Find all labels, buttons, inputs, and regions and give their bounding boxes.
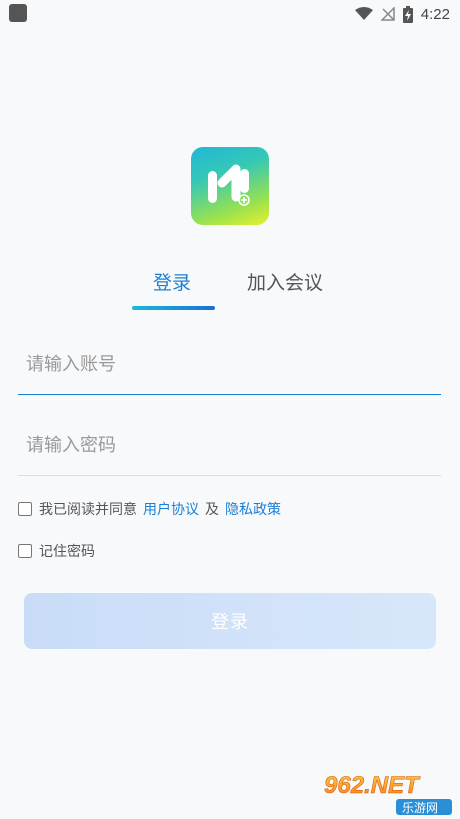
remember-password-row: 记住密码 — [18, 541, 95, 561]
tab-join-meeting[interactable]: 加入会议 — [247, 268, 323, 295]
agreement-checkbox[interactable] — [18, 502, 32, 516]
watermark-sub: 乐游网 — [402, 801, 438, 815]
watermark-logo: 962.NET 乐游网 — [324, 772, 452, 815]
agreement-conj: 及 — [205, 502, 219, 518]
clock: 4:22 — [420, 5, 450, 23]
password-input[interactable] — [18, 415, 441, 475]
watermark-text: 962.NET — [324, 772, 421, 799]
agreement-row: 我已阅读并同意 用户协议 及 隐私政策 — [18, 499, 287, 519]
remember-password-label[interactable]: 记住密码 — [39, 541, 95, 561]
account-input[interactable] — [18, 334, 441, 394]
battery-charging-icon — [402, 5, 413, 23]
agreement-text: 我已阅读并同意 — [39, 502, 137, 518]
app-notification-icon — [9, 4, 27, 22]
status-bar: 4:22 — [0, 0, 460, 28]
user-agreement-link[interactable]: 用户协议 — [143, 499, 199, 519]
privacy-policy-link[interactable]: 隐私政策 — [225, 499, 281, 519]
app-logo — [191, 147, 269, 225]
login-button[interactable]: 登录 — [24, 593, 436, 649]
password-field — [18, 415, 441, 476]
account-field — [18, 334, 441, 395]
tab-login[interactable]: 登录 — [153, 268, 191, 295]
active-tab-indicator — [132, 306, 215, 310]
no-signal-icon — [380, 7, 395, 21]
status-icons: 4:22 — [354, 4, 450, 24]
login-tabs: 登录 加入会议 — [0, 268, 460, 318]
wifi-icon — [354, 7, 373, 20]
remember-password-checkbox[interactable] — [18, 544, 32, 558]
